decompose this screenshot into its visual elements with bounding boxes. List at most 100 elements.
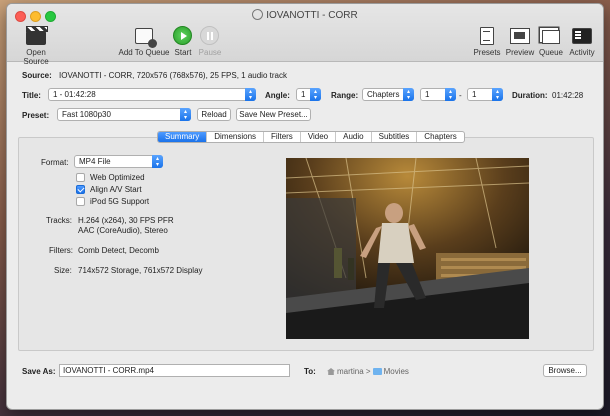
pause-label: Pause <box>198 48 222 57</box>
chevron-updown-icon: ▴ ▾ <box>180 108 191 121</box>
tab-summary[interactable]: Summary <box>158 132 208 142</box>
start-label: Start <box>174 48 192 57</box>
format-popup[interactable]: MP4 File ▴ ▾ <box>74 155 163 168</box>
duration-label: Duration: <box>512 91 548 100</box>
duration-value: 01:42:28 <box>552 91 584 100</box>
pause-button[interactable]: Pause <box>198 26 222 57</box>
activity-button[interactable]: Activity <box>566 26 598 57</box>
home-icon <box>327 368 335 375</box>
filters-label: Filters: <box>49 246 73 255</box>
activity-label: Activity <box>569 48 595 57</box>
preview-button[interactable]: Preview <box>504 26 536 57</box>
queue-icon <box>542 30 560 44</box>
chevron-updown-icon: ▴ ▾ <box>492 88 503 101</box>
ipod-support-label: iPod 5G Support <box>90 197 150 206</box>
presets-icon <box>480 27 494 45</box>
chevron-updown-icon: ▴ ▾ <box>310 88 321 101</box>
play-icon <box>173 26 192 45</box>
open-source-button[interactable]: Open Source <box>13 26 59 66</box>
title-value: 1 - 01:42:28 <box>53 90 96 99</box>
range-type-value: Chapters <box>367 90 400 99</box>
range-end-value: 1 <box>472 90 477 99</box>
web-optimized-label: Web Optimized <box>90 173 145 182</box>
tab-chapters[interactable]: Chapters <box>417 132 463 142</box>
add-to-queue-label: Add To Queue <box>118 48 170 57</box>
tab-video[interactable]: Video <box>301 132 337 142</box>
tracks-video: H.264 (x264), 30 FPS PFR <box>78 216 174 225</box>
size-label: Size: <box>54 266 72 275</box>
format-label: Format: <box>41 158 69 167</box>
align-av-checkbox[interactable] <box>76 185 85 194</box>
range-start-popup[interactable]: 1 ▴ ▾ <box>420 88 456 101</box>
save-as-value: IOVANOTTI - CORR.mp4 <box>63 366 154 375</box>
align-av-label: Align A/V Start <box>90 185 142 194</box>
tab-subtitles[interactable]: Subtitles <box>372 132 418 142</box>
path-user: martina <box>337 367 364 376</box>
folder-icon <box>372 368 382 375</box>
web-optimized-checkbox[interactable] <box>76 173 85 182</box>
chevron-updown-icon: ▴ ▾ <box>403 88 414 101</box>
add-to-queue-icon <box>135 28 157 48</box>
range-separator: - <box>459 91 462 100</box>
preset-label: Preset: <box>22 111 50 120</box>
save-as-label: Save As: <box>22 367 56 376</box>
add-to-queue-button[interactable]: Add To Queue <box>117 26 171 57</box>
window-title-text: IOVANOTTI - CORR <box>266 10 358 21</box>
chevron-updown-icon: ▴ ▾ <box>445 88 456 101</box>
title-row: Title: 1 - 01:42:28 ▴ ▾ Angle: 1 ▴ ▾ Range: … <box>7 88 603 104</box>
range-type-popup[interactable]: Chapters ▴ ▾ <box>362 88 414 101</box>
source-value: IOVANOTTI - CORR, 720x576 (768x576), 25 … <box>59 71 287 80</box>
save-new-preset-button[interactable]: Save New Preset... <box>236 108 311 121</box>
size-value: 714x572 Storage, 761x572 Display <box>78 266 203 275</box>
clapperboard-icon <box>26 26 48 45</box>
tracks-label: Tracks: <box>46 216 72 225</box>
app-icon <box>252 9 264 20</box>
video-preview <box>286 158 529 339</box>
angle-value: 1 <box>301 90 306 99</box>
destination-path[interactable]: martina > Movies <box>327 367 409 376</box>
open-source-label: Open Source <box>23 48 49 66</box>
handbrake-window: IOVANOTTI - CORR Open Source Add To Queu… <box>6 3 604 410</box>
window-title: IOVANOTTI - CORR <box>7 9 603 21</box>
browse-button[interactable]: Browse... <box>543 364 587 377</box>
tab-bar: Summary Dimensions Filters Video Audio S… <box>157 131 465 143</box>
presets-button[interactable]: Presets <box>472 26 502 57</box>
chevron-updown-icon: ▴ ▾ <box>152 155 163 168</box>
tab-dimensions[interactable]: Dimensions <box>207 132 265 142</box>
titlebar: IOVANOTTI - CORR Open Source Add To Queu… <box>7 4 603 66</box>
filters-value: Comb Detect, Decomb <box>78 246 159 255</box>
range-end-popup[interactable]: 1 ▴ ▾ <box>467 88 503 101</box>
tab-filters[interactable]: Filters <box>264 132 301 142</box>
ipod-support-checkbox[interactable] <box>76 197 85 206</box>
preview-label: Preview <box>505 48 535 57</box>
chevron-updown-icon: ▴ ▾ <box>245 88 256 101</box>
title-label: Title: <box>22 91 41 100</box>
preview-icon <box>510 28 530 44</box>
preset-popup[interactable]: Fast 1080p30 ▴ ▾ <box>57 108 191 121</box>
range-start-value: 1 <box>425 90 430 99</box>
save-row: Save As: IOVANOTTI - CORR.mp4 To: martin… <box>7 356 603 409</box>
settings-panel: Format: MP4 File ▴ ▾ Web Optimized Align A… <box>18 137 594 351</box>
activity-icon <box>572 28 592 44</box>
reload-button[interactable]: Reload <box>197 108 231 121</box>
queue-button[interactable]: Queue <box>537 26 565 57</box>
preview-frame-image <box>286 158 529 339</box>
tab-audio[interactable]: Audio <box>336 132 372 142</box>
tracks-audio: AAC (CoreAudio), Stereo <box>78 226 168 235</box>
path-separator: > <box>365 367 371 376</box>
range-label: Range: <box>331 91 359 100</box>
to-label: To: <box>304 367 316 376</box>
pause-icon <box>200 26 219 45</box>
presets-label: Presets <box>473 48 501 57</box>
title-popup[interactable]: 1 - 01:42:28 ▴ ▾ <box>48 88 256 101</box>
start-button[interactable]: Start <box>172 26 194 57</box>
save-as-field[interactable]: IOVANOTTI - CORR.mp4 <box>59 364 290 377</box>
queue-label: Queue <box>538 48 564 57</box>
preset-value: Fast 1080p30 <box>62 110 111 119</box>
path-folder: Movies <box>383 367 409 376</box>
angle-label: Angle: <box>265 91 290 100</box>
source-label: Source: <box>22 71 52 80</box>
angle-popup[interactable]: 1 ▴ ▾ <box>296 88 321 101</box>
preset-row: Preset: Fast 1080p30 ▴ ▾ Reload Save New P… <box>7 108 603 124</box>
format-value: MP4 File <box>79 157 111 166</box>
